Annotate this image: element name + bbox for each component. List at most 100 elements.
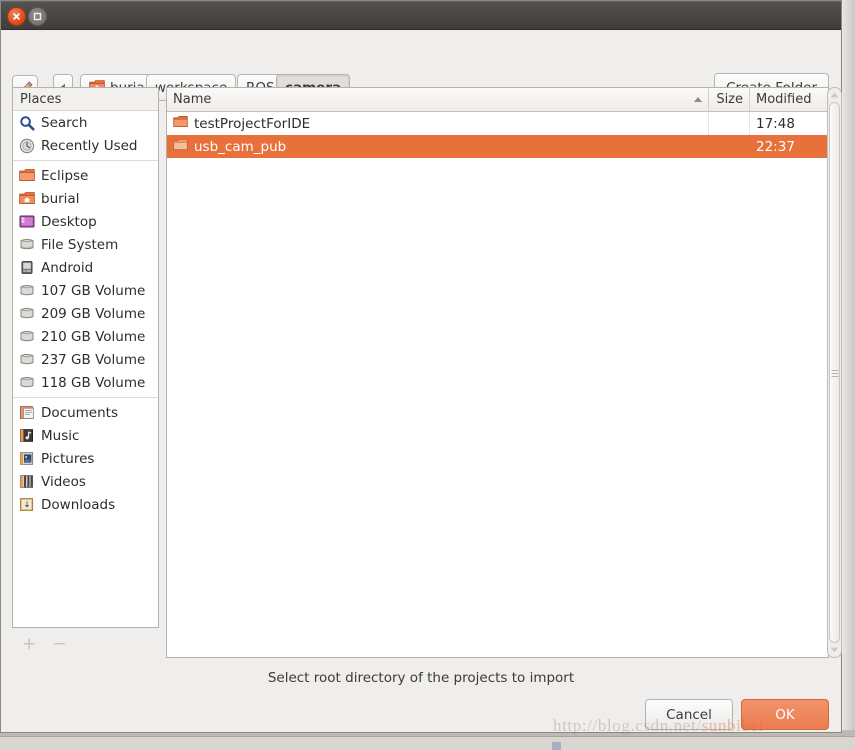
file-size-cell xyxy=(709,135,750,158)
sidebar-item-label: 118 GB Volume xyxy=(41,374,146,391)
sidebar-item-label: Android xyxy=(41,259,94,276)
places-header: Places xyxy=(13,88,158,111)
column-header-label: Modified xyxy=(756,92,812,107)
sidebar-item-videos[interactable]: Videos xyxy=(13,470,158,493)
videos-icon xyxy=(19,474,35,490)
sidebar-item-label: Music xyxy=(41,427,80,444)
status-text: Select root directory of the projects to… xyxy=(267,670,575,686)
places-add-remove-bar: + − xyxy=(12,632,159,656)
scrollbar-track[interactable] xyxy=(828,102,841,643)
column-header-name[interactable]: Name xyxy=(167,88,709,111)
table-row[interactable]: testProjectForIDE 17:48 xyxy=(167,112,828,135)
sidebar-item-documents[interactable]: Documents xyxy=(13,401,158,424)
sidebar-item-music[interactable]: Music xyxy=(13,424,158,447)
column-header-label: Name xyxy=(173,92,212,107)
sidebar-divider xyxy=(13,397,158,398)
background-window-edge xyxy=(841,0,855,750)
sidebar-item-label: Desktop xyxy=(41,213,97,230)
sidebar-divider xyxy=(13,160,158,161)
desktop-icon xyxy=(19,214,35,230)
grip-icon xyxy=(831,369,838,377)
cancel-label: Cancel xyxy=(666,706,712,723)
sidebar-item-downloads[interactable]: Downloads xyxy=(13,493,158,516)
sidebar-item-android[interactable]: Android xyxy=(13,256,158,279)
file-list-header: Name Size Modified xyxy=(167,88,828,112)
file-size-cell xyxy=(709,112,750,135)
ok-label: OK xyxy=(775,706,795,723)
documents-icon xyxy=(19,405,35,421)
sidebar-item-label: 107 GB Volume xyxy=(41,282,146,299)
close-icon[interactable] xyxy=(7,7,26,26)
column-header-label: Size xyxy=(716,92,743,107)
sidebar-item-label: Downloads xyxy=(41,496,116,513)
dialog-main: Places Search Recently Used Eclipse buri… xyxy=(1,87,842,659)
drive-icon xyxy=(19,375,35,391)
sidebar-item-pictures[interactable]: Pictures xyxy=(13,447,158,470)
sidebar-item-search[interactable]: Search xyxy=(13,111,158,134)
background-accent xyxy=(552,742,561,750)
column-header-modified[interactable]: Modified xyxy=(750,88,828,111)
sidebar-item-label: 210 GB Volume xyxy=(41,328,146,345)
drive-icon xyxy=(19,283,35,299)
downloads-icon xyxy=(19,497,35,513)
file-name-label: usb_cam_pub xyxy=(194,138,287,155)
sidebar-item-burial[interactable]: burial xyxy=(13,187,158,210)
path-toolbar: burial workspace ROS camera Create Folde… xyxy=(1,30,841,102)
sidebar-item-file-system[interactable]: File System xyxy=(13,233,158,256)
scroll-up-button[interactable] xyxy=(828,88,841,102)
ok-button[interactable]: OK xyxy=(741,699,829,730)
sidebar-item-volume-118gb[interactable]: 118 GB Volume xyxy=(13,371,158,394)
file-list: Name Size Modified testProjectForIDE 17:… xyxy=(166,87,829,658)
screen: burial workspace ROS camera Create Folde… xyxy=(0,0,855,750)
file-name-label: testProjectForIDE xyxy=(194,115,311,132)
add-bookmark-button[interactable]: + xyxy=(22,635,36,653)
file-list-scrollbar[interactable] xyxy=(827,87,842,658)
sidebar-item-volume-209gb[interactable]: 209 GB Volume xyxy=(13,302,158,325)
titlebar-highlight xyxy=(1,1,841,2)
scrollbar-thumb[interactable] xyxy=(829,102,840,643)
sidebar-item-label: Recently Used xyxy=(41,137,138,154)
drive-icon xyxy=(19,237,35,253)
dialog-button-row: Cancel OK xyxy=(645,699,829,730)
sidebar-item-label: Eclipse xyxy=(41,167,89,184)
sidebar-item-label: Videos xyxy=(41,473,86,490)
sidebar-item-eclipse[interactable]: Eclipse xyxy=(13,164,158,187)
window-titlebar[interactable] xyxy=(1,1,841,30)
search-icon xyxy=(19,115,35,131)
table-row[interactable]: usb_cam_pub 22:37 xyxy=(167,135,828,158)
cancel-button[interactable]: Cancel xyxy=(645,699,733,730)
file-chooser-dialog: burial workspace ROS camera Create Folde… xyxy=(0,0,842,733)
file-modified-cell: 17:48 xyxy=(756,115,795,132)
file-name-cell: testProjectForIDE xyxy=(167,112,709,135)
folder-icon xyxy=(173,115,188,132)
background-window-bottom xyxy=(0,736,855,750)
sidebar-item-label: Search xyxy=(41,114,88,131)
file-name-cell: usb_cam_pub xyxy=(167,135,709,158)
folder-icon xyxy=(19,168,35,184)
triangle-down-icon xyxy=(830,647,839,653)
sort-ascending-icon xyxy=(694,97,702,102)
drive-icon xyxy=(19,352,35,368)
sidebar-item-label: 209 GB Volume xyxy=(41,305,146,322)
sidebar-item-volume-237gb[interactable]: 237 GB Volume xyxy=(13,348,158,371)
column-header-size[interactable]: Size xyxy=(709,88,750,111)
places-sidebar: Places Search Recently Used Eclipse buri… xyxy=(12,87,159,628)
triangle-up-icon xyxy=(830,92,839,98)
drive-icon xyxy=(19,306,35,322)
device-icon xyxy=(19,260,35,276)
folder-icon xyxy=(173,138,188,155)
sidebar-item-desktop[interactable]: Desktop xyxy=(13,210,158,233)
sidebar-item-volume-107gb[interactable]: 107 GB Volume xyxy=(13,279,158,302)
file-modified-cell: 22:37 xyxy=(756,138,795,155)
recent-clock-icon xyxy=(19,138,35,154)
sidebar-item-label: Documents xyxy=(41,404,118,421)
maximize-icon[interactable] xyxy=(28,7,47,26)
scroll-down-button[interactable] xyxy=(828,643,841,657)
remove-bookmark-button: − xyxy=(52,633,67,654)
sidebar-item-recently-used[interactable]: Recently Used xyxy=(13,134,158,157)
sidebar-item-label: File System xyxy=(41,236,119,253)
music-icon xyxy=(19,428,35,444)
sidebar-item-label: Pictures xyxy=(41,450,95,467)
pictures-icon xyxy=(19,451,35,467)
sidebar-item-volume-210gb[interactable]: 210 GB Volume xyxy=(13,325,158,348)
